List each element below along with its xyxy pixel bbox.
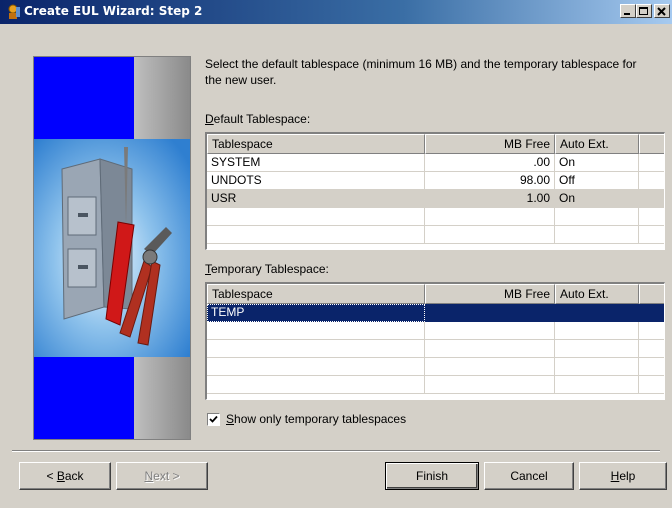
close-icon [657, 7, 666, 16]
empty-row [207, 358, 664, 376]
close-button[interactable] [654, 4, 670, 18]
empty-cell [425, 208, 555, 226]
empty-cell [425, 226, 555, 244]
empty-cell [425, 340, 555, 358]
checkmark-icon [209, 416, 218, 424]
empty-cell [555, 340, 639, 358]
temporary-tablespace-label: Temporary Tablespace: [205, 262, 329, 276]
intro-text: Select the default tablespace (minimum 1… [205, 57, 637, 87]
show-temp-only-checkbox[interactable] [207, 413, 220, 427]
cancel-button[interactable]: Cancel [484, 462, 574, 490]
column-header-auto-ext[interactable]: Auto Ext. [555, 284, 639, 304]
auto-ext: On [555, 190, 639, 208]
table-row[interactable]: UNDOTS 98.00 Off [207, 172, 664, 190]
empty-cell [425, 376, 555, 394]
mb-free: 98.00 [425, 172, 555, 190]
empty-cell [555, 226, 639, 244]
empty-cell [207, 322, 425, 340]
separator [12, 450, 660, 452]
mb-free: 1.00 [425, 190, 555, 208]
default-tablespace-list[interactable]: Tablespace MB Free Auto Ext. SYSTEM .00 … [205, 132, 665, 250]
tablespace-name: USR [207, 190, 425, 208]
empty-row [207, 340, 664, 358]
empty-cell [207, 340, 425, 358]
empty-cell [425, 358, 555, 376]
help-button[interactable]: Help [579, 462, 667, 490]
empty-cell [207, 358, 425, 376]
finish-button[interactable]: Finish [385, 462, 479, 490]
tablespace-name: TEMP [207, 304, 425, 322]
empty-cell [425, 322, 555, 340]
blank-cell [639, 304, 664, 322]
column-header-blank [639, 284, 664, 304]
column-header-auto-ext[interactable]: Auto Ext. [555, 134, 639, 154]
tablespace-name: UNDOTS [207, 172, 425, 190]
temporary-tablespace-list[interactable]: Tablespace MB Free Auto Ext. TEMP [205, 282, 665, 400]
blank-cell [639, 172, 664, 190]
blank-cell [639, 154, 664, 172]
list-header: Tablespace MB Free Auto Ext. [207, 284, 664, 304]
empty-cell [555, 208, 639, 226]
show-temp-only-option[interactable]: Show only temporary tablespaces [207, 412, 407, 427]
mb-free: .00 [425, 154, 555, 172]
default-tablespace-label: Default Tablespace: [205, 112, 311, 126]
column-header-mb-free[interactable]: MB Free [425, 284, 555, 304]
next-button[interactable]: Next > [116, 462, 208, 490]
empty-cell [555, 322, 639, 340]
empty-cell [555, 376, 639, 394]
tablespace-name: SYSTEM [207, 154, 425, 172]
maximize-button[interactable] [636, 4, 652, 18]
empty-row [207, 226, 664, 244]
column-header-mb-free[interactable]: MB Free [425, 134, 555, 154]
mb-free [425, 304, 555, 322]
maximize-icon [639, 7, 648, 15]
minimize-icon [624, 13, 630, 15]
wizard-side-image [33, 56, 191, 440]
empty-cell [639, 322, 664, 340]
minimize-button[interactable] [620, 4, 636, 18]
column-header-tablespace[interactable]: Tablespace [207, 284, 425, 304]
window-title: Create EUL Wizard: Step 2 [24, 4, 203, 18]
blank-cell [639, 190, 664, 208]
empty-cell [207, 376, 425, 394]
empty-cell [207, 208, 425, 226]
empty-row [207, 322, 664, 340]
empty-cell [639, 208, 664, 226]
filing-cabinet-tools-illustration [34, 57, 190, 439]
empty-cell [207, 226, 425, 244]
table-row-selected[interactable]: TEMP [207, 304, 664, 322]
empty-row [207, 376, 664, 394]
empty-cell [639, 340, 664, 358]
list-header: Tablespace MB Free Auto Ext. [207, 134, 664, 154]
empty-cell [555, 358, 639, 376]
table-row-selected-inactive[interactable]: USR 1.00 On [207, 190, 664, 208]
empty-cell [639, 358, 664, 376]
title-bar[interactable]: Create EUL Wizard: Step 2 [0, 0, 672, 24]
empty-cell [639, 376, 664, 394]
empty-row [207, 208, 664, 226]
column-header-tablespace[interactable]: Tablespace [207, 134, 425, 154]
table-row[interactable]: SYSTEM .00 On [207, 154, 664, 172]
back-button[interactable]: < Back [19, 462, 111, 490]
show-temp-only-label: Show only temporary tablespaces [226, 412, 407, 426]
auto-ext [555, 304, 639, 322]
auto-ext: On [555, 154, 639, 172]
column-header-blank [639, 134, 664, 154]
wizard-app-icon [8, 4, 20, 19]
empty-cell [639, 226, 664, 244]
auto-ext: Off [555, 172, 639, 190]
